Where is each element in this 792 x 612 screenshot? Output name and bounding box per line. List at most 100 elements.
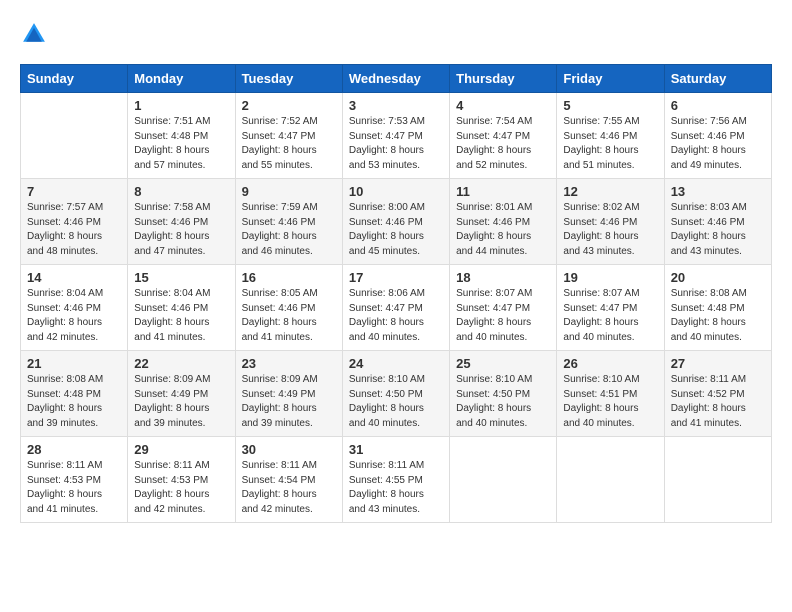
day-info: Sunrise: 8:10 AMSunset: 4:51 PMDaylight:… bbox=[563, 373, 657, 431]
day-number: 2 bbox=[242, 98, 336, 113]
day-number: 13 bbox=[671, 184, 765, 199]
day-number: 31 bbox=[349, 442, 443, 457]
day-number: 23 bbox=[242, 356, 336, 371]
day-number: 27 bbox=[671, 356, 765, 371]
day-number: 20 bbox=[671, 270, 765, 285]
day-number: 21 bbox=[27, 356, 121, 371]
day-number: 29 bbox=[134, 442, 228, 457]
day-number: 24 bbox=[349, 356, 443, 371]
calendar-cell: 25 Sunrise: 8:10 AMSunset: 4:50 PMDayligh… bbox=[450, 351, 557, 437]
day-info: Sunrise: 8:08 AMSunset: 4:48 PMDaylight:… bbox=[671, 287, 765, 345]
calendar-cell bbox=[21, 93, 128, 179]
day-number: 28 bbox=[27, 442, 121, 457]
day-info: Sunrise: 7:53 AMSunset: 4:47 PMDaylight:… bbox=[349, 115, 443, 173]
day-info: Sunrise: 8:03 AMSunset: 4:46 PMDaylight:… bbox=[671, 201, 765, 259]
day-number: 10 bbox=[349, 184, 443, 199]
calendar-cell: 23 Sunrise: 8:09 AMSunset: 4:49 PMDayligh… bbox=[235, 351, 342, 437]
col-header-tuesday: Tuesday bbox=[235, 65, 342, 93]
day-number: 3 bbox=[349, 98, 443, 113]
calendar-cell: 30 Sunrise: 8:11 AMSunset: 4:54 PMDayligh… bbox=[235, 437, 342, 523]
calendar-cell: 27 Sunrise: 8:11 AMSunset: 4:52 PMDayligh… bbox=[664, 351, 771, 437]
day-info: Sunrise: 7:52 AMSunset: 4:47 PMDaylight:… bbox=[242, 115, 336, 173]
calendar-cell bbox=[664, 437, 771, 523]
day-info: Sunrise: 7:58 AMSunset: 4:46 PMDaylight:… bbox=[134, 201, 228, 259]
calendar-cell: 6 Sunrise: 7:56 AMSunset: 4:46 PMDaylight… bbox=[664, 93, 771, 179]
calendar-cell: 19 Sunrise: 8:07 AMSunset: 4:47 PMDayligh… bbox=[557, 265, 664, 351]
calendar-week-row: 21 Sunrise: 8:08 AMSunset: 4:48 PMDayligh… bbox=[21, 351, 772, 437]
day-info: Sunrise: 8:01 AMSunset: 4:46 PMDaylight:… bbox=[456, 201, 550, 259]
calendar-cell: 24Sunrise: 8:10 AMSunset: 4:50 PMDayligh… bbox=[342, 351, 449, 437]
col-header-wednesday: Wednesday bbox=[342, 65, 449, 93]
calendar-cell: 28 Sunrise: 8:11 AMSunset: 4:53 PMDayligh… bbox=[21, 437, 128, 523]
day-number: 18 bbox=[456, 270, 550, 285]
day-number: 30 bbox=[242, 442, 336, 457]
calendar-cell: 12 Sunrise: 8:02 AMSunset: 4:46 PMDayligh… bbox=[557, 179, 664, 265]
day-info: Sunrise: 8:11 AMSunset: 4:55 PMDaylight:… bbox=[349, 459, 443, 517]
day-number: 16 bbox=[242, 270, 336, 285]
day-info: Sunrise: 8:07 AMSunset: 4:47 PMDaylight:… bbox=[456, 287, 550, 345]
calendar-week-row: 1 Sunrise: 7:51 AMSunset: 4:48 PMDaylight… bbox=[21, 93, 772, 179]
page-header bbox=[20, 20, 772, 48]
day-number: 9 bbox=[242, 184, 336, 199]
day-info: Sunrise: 8:10 AMSunset: 4:50 PMDaylight:… bbox=[456, 373, 550, 431]
col-header-monday: Monday bbox=[128, 65, 235, 93]
calendar-cell: 9Sunrise: 7:59 AMSunset: 4:46 PMDaylight… bbox=[235, 179, 342, 265]
calendar-cell: 16Sunrise: 8:05 AMSunset: 4:46 PMDayligh… bbox=[235, 265, 342, 351]
day-info: Sunrise: 8:11 AMSunset: 4:54 PMDaylight:… bbox=[242, 459, 336, 517]
logo bbox=[20, 20, 52, 48]
calendar-cell: 29 Sunrise: 8:11 AMSunset: 4:53 PMDayligh… bbox=[128, 437, 235, 523]
day-info: Sunrise: 8:09 AMSunset: 4:49 PMDaylight:… bbox=[242, 373, 336, 431]
day-number: 6 bbox=[671, 98, 765, 113]
day-info: Sunrise: 7:51 AMSunset: 4:48 PMDaylight:… bbox=[134, 115, 228, 173]
calendar-cell bbox=[450, 437, 557, 523]
calendar-cell: 18 Sunrise: 8:07 AMSunset: 4:47 PMDayligh… bbox=[450, 265, 557, 351]
calendar-cell: 26 Sunrise: 8:10 AMSunset: 4:51 PMDayligh… bbox=[557, 351, 664, 437]
calendar-cell: 17 Sunrise: 8:06 AMSunset: 4:47 PMDayligh… bbox=[342, 265, 449, 351]
calendar-cell: 21 Sunrise: 8:08 AMSunset: 4:48 PMDayligh… bbox=[21, 351, 128, 437]
day-info: Sunrise: 8:02 AMSunset: 4:46 PMDaylight:… bbox=[563, 201, 657, 259]
calendar-cell: 20 Sunrise: 8:08 AMSunset: 4:48 PMDayligh… bbox=[664, 265, 771, 351]
day-number: 17 bbox=[349, 270, 443, 285]
day-number: 25 bbox=[456, 356, 550, 371]
day-info: Sunrise: 7:57 AMSunset: 4:46 PMDaylight:… bbox=[27, 201, 121, 259]
calendar-week-row: 14 Sunrise: 8:04 AMSunset: 4:46 PMDayligh… bbox=[21, 265, 772, 351]
day-info: Sunrise: 8:06 AMSunset: 4:47 PMDaylight:… bbox=[349, 287, 443, 345]
col-header-friday: Friday bbox=[557, 65, 664, 93]
day-number: 15 bbox=[134, 270, 228, 285]
day-info: Sunrise: 8:04 AMSunset: 4:46 PMDaylight:… bbox=[27, 287, 121, 345]
calendar-cell: 5Sunrise: 7:55 AMSunset: 4:46 PMDaylight… bbox=[557, 93, 664, 179]
calendar-cell: 13 Sunrise: 8:03 AMSunset: 4:46 PMDayligh… bbox=[664, 179, 771, 265]
day-info: Sunrise: 8:00 AMSunset: 4:46 PMDaylight:… bbox=[349, 201, 443, 259]
day-number: 19 bbox=[563, 270, 657, 285]
day-number: 12 bbox=[563, 184, 657, 199]
col-header-sunday: Sunday bbox=[21, 65, 128, 93]
day-number: 14 bbox=[27, 270, 121, 285]
day-number: 1 bbox=[134, 98, 228, 113]
day-info: Sunrise: 7:56 AMSunset: 4:46 PMDaylight:… bbox=[671, 115, 765, 173]
calendar-cell: 3 Sunrise: 7:53 AMSunset: 4:47 PMDaylight… bbox=[342, 93, 449, 179]
calendar-week-row: 7 Sunrise: 7:57 AMSunset: 4:46 PMDaylight… bbox=[21, 179, 772, 265]
day-info: Sunrise: 8:11 AMSunset: 4:53 PMDaylight:… bbox=[134, 459, 228, 517]
day-number: 26 bbox=[563, 356, 657, 371]
day-info: Sunrise: 8:11 AMSunset: 4:52 PMDaylight:… bbox=[671, 373, 765, 431]
day-info: Sunrise: 7:54 AMSunset: 4:47 PMDaylight:… bbox=[456, 115, 550, 173]
day-info: Sunrise: 8:04 AMSunset: 4:46 PMDaylight:… bbox=[134, 287, 228, 345]
logo-icon bbox=[20, 20, 48, 48]
day-number: 11 bbox=[456, 184, 550, 199]
day-number: 4 bbox=[456, 98, 550, 113]
calendar-cell: 22Sunrise: 8:09 AMSunset: 4:49 PMDayligh… bbox=[128, 351, 235, 437]
day-info: Sunrise: 8:08 AMSunset: 4:48 PMDaylight:… bbox=[27, 373, 121, 431]
day-info: Sunrise: 8:09 AMSunset: 4:49 PMDaylight:… bbox=[134, 373, 228, 431]
day-number: 7 bbox=[27, 184, 121, 199]
calendar-cell: 31 Sunrise: 8:11 AMSunset: 4:55 PMDayligh… bbox=[342, 437, 449, 523]
calendar-cell: 1 Sunrise: 7:51 AMSunset: 4:48 PMDaylight… bbox=[128, 93, 235, 179]
day-info: Sunrise: 8:11 AMSunset: 4:53 PMDaylight:… bbox=[27, 459, 121, 517]
calendar-cell: 8Sunrise: 7:58 AMSunset: 4:46 PMDaylight… bbox=[128, 179, 235, 265]
calendar-cell: 10 Sunrise: 8:00 AMSunset: 4:46 PMDayligh… bbox=[342, 179, 449, 265]
calendar-table: SundayMondayTuesdayWednesdayThursdayFrid… bbox=[20, 64, 772, 523]
day-info: Sunrise: 7:55 AMSunset: 4:46 PMDaylight:… bbox=[563, 115, 657, 173]
calendar-header-row: SundayMondayTuesdayWednesdayThursdayFrid… bbox=[21, 65, 772, 93]
calendar-cell: 14 Sunrise: 8:04 AMSunset: 4:46 PMDayligh… bbox=[21, 265, 128, 351]
calendar-cell: 7 Sunrise: 7:57 AMSunset: 4:46 PMDaylight… bbox=[21, 179, 128, 265]
day-info: Sunrise: 8:07 AMSunset: 4:47 PMDaylight:… bbox=[563, 287, 657, 345]
